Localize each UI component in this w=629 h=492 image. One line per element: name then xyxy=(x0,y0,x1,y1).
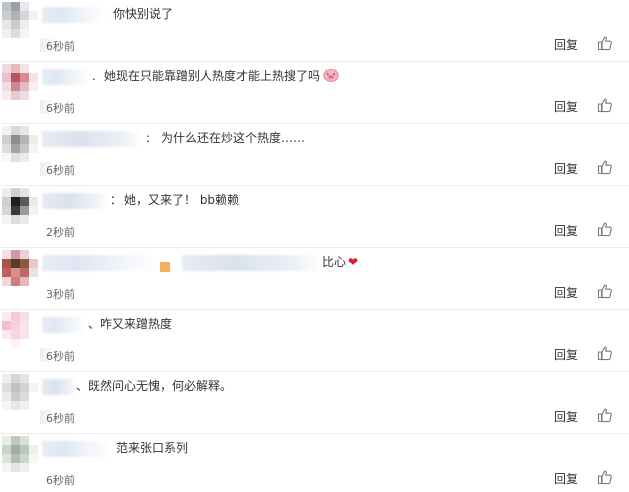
heart-icon: ❤ xyxy=(348,255,359,269)
comment-text: 咋又来蹭热度 xyxy=(100,317,173,331)
username-blurred[interactable] xyxy=(42,441,112,457)
comment-item: 、 咋又来蹭热度 6秒前 回复 xyxy=(0,310,629,372)
username-blurred[interactable] xyxy=(42,7,106,23)
comment-time: 6秒前 xyxy=(46,474,75,487)
reply-button[interactable]: 回复 xyxy=(554,98,578,115)
comment-prefix: 、 xyxy=(88,317,101,331)
reply-button[interactable]: 回复 xyxy=(554,160,578,177)
comment-text: 她现在只能靠蹭别人热度才能上热搜了吗 xyxy=(104,68,340,84)
comment-text: 既然问心无愧，何必解释。 xyxy=(88,379,233,393)
orange-badge xyxy=(160,262,170,272)
username-blurred[interactable] xyxy=(42,69,90,85)
username-blurred[interactable] xyxy=(42,131,142,147)
avatar[interactable] xyxy=(2,2,38,38)
comment-item: : 为什么还在炒这个热度…… 6秒前 回复 xyxy=(0,124,629,186)
comment-time: 2秒前 xyxy=(46,226,75,239)
thumbs-up-icon[interactable] xyxy=(597,345,613,361)
avatar[interactable] xyxy=(2,126,38,162)
avatar[interactable] xyxy=(2,64,38,100)
comment-time: 6秒前 xyxy=(46,102,75,115)
comment-prefix: ： xyxy=(110,193,123,207)
avatar[interactable] xyxy=(2,436,38,472)
comment-time: 3秒前 xyxy=(46,288,75,301)
comment-text: 为什么还在炒这个热度…… xyxy=(161,131,306,145)
thumbs-up-icon[interactable] xyxy=(597,469,613,485)
reply-button[interactable]: 回复 xyxy=(554,284,578,301)
thumbs-up-icon[interactable] xyxy=(597,97,613,113)
thumbs-up-icon[interactable] xyxy=(597,35,613,51)
thumbs-up-icon[interactable] xyxy=(597,221,613,237)
comment-prefix: . xyxy=(92,69,96,83)
username-blurred[interactable] xyxy=(42,255,160,271)
comment-time: 6秒前 xyxy=(46,164,75,177)
thumbs-up-icon[interactable] xyxy=(597,283,613,299)
username-blurred[interactable] xyxy=(42,317,86,333)
comment-item: 你快别说了 6秒前 回复 xyxy=(0,0,629,62)
reply-button[interactable]: 回复 xyxy=(554,408,578,425)
thumbs-up-icon[interactable] xyxy=(597,407,613,423)
comment-item: 范来张口系列 6秒前 回复 xyxy=(0,434,629,492)
comment-item: . 她现在只能靠蹭别人热度才能上热搜了吗 6秒前 回复 xyxy=(0,62,629,124)
username-blurred[interactable] xyxy=(42,379,76,395)
comment-text: 比心 ❤ xyxy=(322,255,359,269)
comment-time: 6秒前 xyxy=(46,40,75,53)
comment-item: 比心 ❤ 3秒前 回复 xyxy=(0,248,629,310)
comment-list: 你快别说了 6秒前 回复 . 她现在只能靠蹭别人热度才能上热搜了吗 6秒前 回复… xyxy=(0,0,629,492)
comment-prefix: : xyxy=(146,131,151,145)
comment-text: 她，又来了！ bb赖赖 xyxy=(124,193,240,207)
comment-item: 、 既然问心无愧，何必解释。 6秒前 回复 xyxy=(0,372,629,434)
comment-prefix: 、 xyxy=(76,379,89,393)
comment-text: 范来张口系列 xyxy=(116,441,189,455)
reply-button[interactable]: 回复 xyxy=(554,346,578,363)
comment-time: 6秒前 xyxy=(46,412,75,425)
reply-button[interactable]: 回复 xyxy=(554,470,578,487)
pig-face-icon xyxy=(323,68,339,82)
reply-button[interactable]: 回复 xyxy=(554,36,578,53)
avatar[interactable] xyxy=(2,374,38,410)
mentioned-user-blurred[interactable] xyxy=(182,255,322,271)
username-blurred[interactable] xyxy=(42,193,108,209)
reply-button[interactable]: 回复 xyxy=(554,222,578,239)
avatar[interactable] xyxy=(2,250,38,286)
comment-time: 6秒前 xyxy=(46,350,75,363)
thumbs-up-icon[interactable] xyxy=(597,159,613,175)
avatar[interactable] xyxy=(2,188,38,224)
comment-item: ： 她，又来了！ bb赖赖 2秒前 回复 xyxy=(0,186,629,248)
avatar[interactable] xyxy=(2,312,38,348)
comment-text: 你快别说了 xyxy=(113,7,174,21)
